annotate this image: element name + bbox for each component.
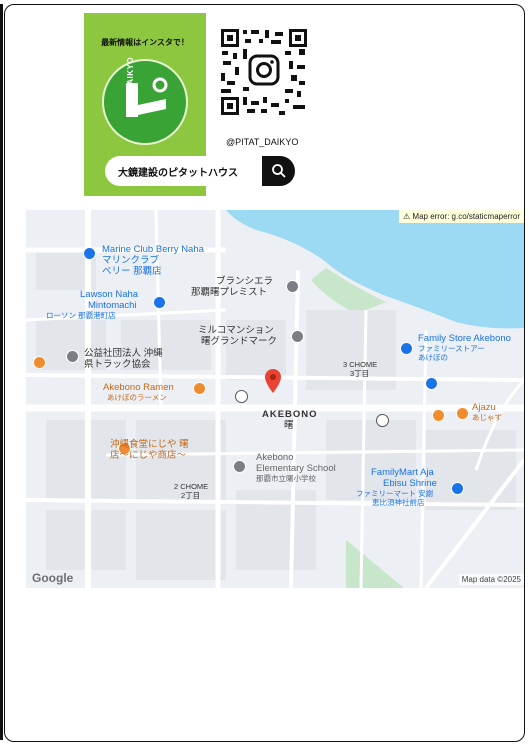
store-pin-icon[interactable] <box>451 482 464 495</box>
label-family-store: Family Store Akebono <box>418 333 511 344</box>
label-shokudo-1: 沖縄食堂にじや 曙 <box>110 439 189 450</box>
school-pin-icon[interactable] <box>233 460 246 473</box>
promo-title: 最新情報はインスタで！ <box>101 38 189 47</box>
label-marine-club-jp2: ベリー 那覇店 <box>102 266 162 277</box>
promo-sub-label: ﾋﾟﾀｯﾄﾊｳｽ <box>141 181 166 187</box>
restaurant-pin-icon[interactable] <box>193 382 206 395</box>
location-marker-icon[interactable] <box>265 369 281 393</box>
daikyo-logo: DAIKYO <box>102 56 188 145</box>
label-familymart-2: Ebisu Shrine <box>383 478 437 489</box>
google-logo: Google <box>32 571 74 585</box>
search-icon <box>271 164 286 178</box>
label-akebono-ramen-jp: あけぼのラーメン <box>107 393 167 402</box>
qr-code[interactable] <box>219 27 309 117</box>
label-akebono-area-jp: 曙 <box>284 420 294 431</box>
label-family-store-jp1: ファミリーストアー <box>418 344 485 353</box>
label-lawson-jp: ローソン 那覇港町店 <box>46 311 116 320</box>
label-association-2: 県トラック協会 <box>84 359 151 370</box>
label-familymart-jp1: ファミリーマート 安謝 <box>356 489 434 498</box>
logo-text: DAIKYO <box>126 56 135 91</box>
label-francia-2: 那覇曙プレミスト <box>191 287 268 298</box>
label-marine-club-jp1: マリンクラブ <box>102 255 160 266</box>
restaurant-pin-icon[interactable] <box>432 409 445 422</box>
label-3-chome-jp: 3丁目 <box>350 369 370 378</box>
label-akebono-ramen: Akebono Ramen <box>103 382 174 393</box>
map-attribution[interactable]: Map data ©2025 <box>458 574 524 585</box>
instagram-handle[interactable]: @PITAT_DAIKYO <box>226 137 298 147</box>
logo-mark-icon <box>126 77 168 117</box>
label-lawson-2: Mintomachi <box>88 300 137 311</box>
qr-code-image <box>219 27 309 117</box>
label-association-1: 公益社団法人 沖縄 <box>84 348 163 359</box>
shop-pin-icon[interactable] <box>83 247 96 260</box>
restaurant-pin-icon[interactable] <box>456 407 469 420</box>
label-2-chome: 2 CHOME <box>174 482 209 491</box>
label-shokudo-2: 店～にじや商店～ <box>110 450 187 461</box>
store-pin-icon[interactable] <box>400 342 413 355</box>
label-milcom-1: ミルコマンション <box>198 325 274 336</box>
label-lawson-1: Lawson Naha <box>80 289 139 300</box>
map-error-notice[interactable]: ⚠ Map error: g.co/staticmaperror <box>399 210 524 223</box>
label-school-1: Akebono <box>256 452 294 463</box>
left-edge-bar <box>0 4 3 740</box>
label-ajazu-jp: あじゃず <box>472 413 502 422</box>
transit-pin-icon[interactable] <box>425 377 438 390</box>
label-familymart-jp2: 恵比須神社前店 <box>372 498 425 507</box>
bus-stop-icon[interactable] <box>235 390 248 403</box>
label-school-jp: 那覇市立曙小学校 <box>256 474 316 483</box>
label-akebono-area: AKEBONO <box>262 409 318 420</box>
building-pin-icon[interactable] <box>291 330 304 343</box>
label-school-2: Elementary School <box>256 463 336 474</box>
map-canvas <box>26 210 524 588</box>
label-2-chome-jp: 2丁目 <box>181 491 201 500</box>
bus-stop-icon[interactable] <box>376 414 389 427</box>
restaurant-pin-icon[interactable] <box>33 356 46 369</box>
label-marine-club: Marine Club Berry Naha <box>102 244 204 255</box>
label-milcom-2: 曙グランドマーク <box>201 336 278 347</box>
label-family-store-jp2: あけぼの <box>418 353 448 362</box>
building-pin-icon[interactable] <box>66 350 79 363</box>
map-error-text: Map error: g.co/staticmaperror <box>412 212 520 221</box>
store-pin-icon[interactable] <box>153 296 166 309</box>
label-familymart-1: FamilyMart Aja <box>371 467 434 478</box>
promo-search-label: 大鏡建設のピタットハウス <box>118 168 238 179</box>
label-3-chome: 3 CHOME <box>343 360 378 369</box>
static-map[interactable]: ⚠ Map error: g.co/staticmaperror Marine … <box>26 210 524 588</box>
label-francia-1: ブランシエラ <box>216 276 274 287</box>
building-pin-icon[interactable] <box>286 280 299 293</box>
search-button[interactable] <box>262 156 295 186</box>
label-ajazu: Ajazu <box>472 402 496 413</box>
